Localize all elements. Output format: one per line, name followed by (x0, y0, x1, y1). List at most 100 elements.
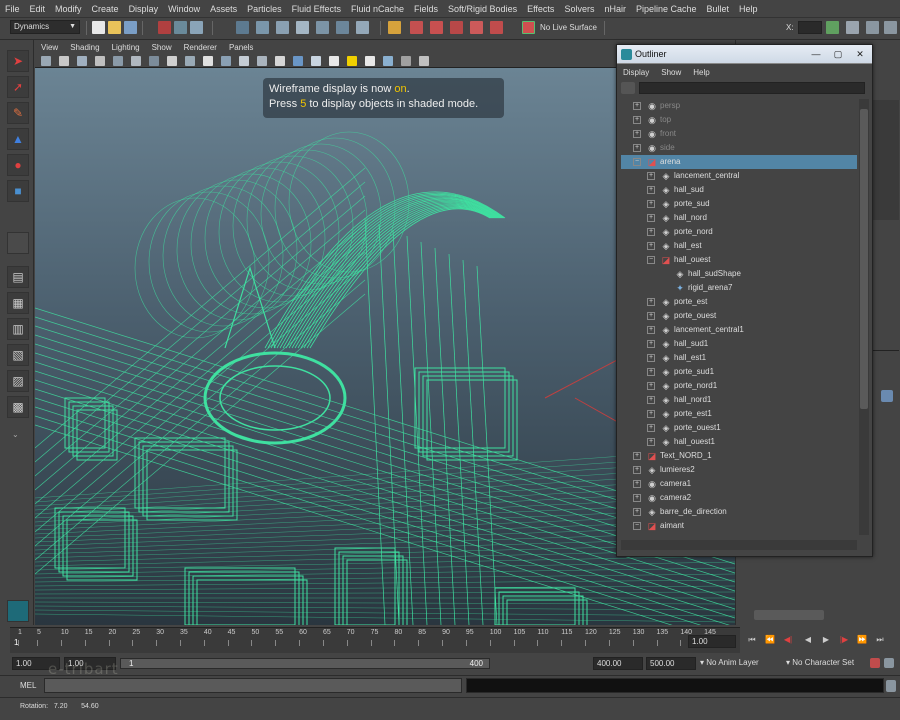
menuset-dropdown[interactable]: Dynamics ▼ (10, 20, 80, 34)
camera-attributes-icon[interactable] (59, 56, 69, 66)
script-editor-icon[interactable] (886, 680, 896, 692)
layer-editor-icon[interactable] (884, 21, 897, 34)
collapse-icon[interactable]: − (633, 522, 641, 530)
expand-icon[interactable]: + (633, 452, 641, 460)
expand-icon[interactable]: + (647, 368, 655, 376)
outliner-item-porte-ouest[interactable]: + ◈ porte_ouest (621, 309, 857, 323)
outliner-item-hall-est[interactable]: + ◈ hall_est (621, 239, 857, 253)
minimize-button[interactable]: — (806, 48, 826, 60)
outliner-vertical-scrollbar[interactable] (859, 99, 869, 535)
outliner-horizontal-scrollbar[interactable] (621, 540, 857, 550)
save-scene-icon[interactable] (124, 21, 137, 34)
outliner-item-aimant[interactable]: − ◪ aimant (621, 519, 857, 533)
xray-joints-icon[interactable] (419, 56, 429, 66)
menu-soft-rigid-bodies[interactable]: Soft/Rigid Bodies (443, 0, 522, 18)
close-button[interactable]: ✕ (850, 48, 870, 60)
expand-icon[interactable]: + (647, 242, 655, 250)
scale-tool-icon[interactable]: ■ (7, 180, 29, 202)
smooth-shade-icon[interactable] (257, 56, 267, 66)
menu-solvers[interactable]: Solvers (559, 0, 599, 18)
outliner-item-hall-sud1[interactable]: + ◈ hall_sud1 (621, 337, 857, 351)
snap-curve-icon[interactable] (430, 21, 443, 34)
command-input[interactable] (44, 678, 462, 693)
go-to-start-icon[interactable]: ⏮ (746, 634, 758, 646)
select-component-icon[interactable] (190, 21, 203, 34)
step-back-key-icon[interactable]: ⏪ (764, 634, 776, 646)
resolution-gate-icon[interactable] (149, 56, 159, 66)
film-gate-icon[interactable] (131, 56, 141, 66)
menu-help[interactable]: Help (734, 0, 763, 18)
image-plane-icon[interactable] (95, 56, 105, 66)
command-language-label[interactable]: MEL (20, 681, 36, 690)
channel-box-icon[interactable] (826, 21, 839, 34)
isolate-select-icon[interactable] (401, 56, 411, 66)
expand-icon[interactable]: + (633, 102, 641, 110)
collapse-icon[interactable]: − (633, 158, 641, 166)
expand-icon[interactable]: + (647, 340, 655, 348)
menu-bullet[interactable]: Bullet (702, 0, 735, 18)
gate-mask-icon[interactable] (167, 56, 177, 66)
mask-deformers-icon[interactable] (316, 21, 329, 34)
move-tool-icon[interactable]: ▲ (7, 128, 29, 150)
layout-hypershade-icon[interactable]: ▩ (7, 396, 29, 418)
outliner-item-porte-est1[interactable]: + ◈ porte_est1 (621, 407, 857, 421)
textured-icon[interactable] (383, 56, 393, 66)
auto-key-icon[interactable] (870, 658, 880, 668)
outliner-item-porte-est[interactable]: + ◈ porte_est (621, 295, 857, 309)
expand-icon[interactable]: + (647, 298, 655, 306)
outliner-item-side[interactable]: + ◉ side (621, 141, 857, 155)
expand-icon[interactable]: + (647, 186, 655, 194)
expand-icon[interactable]: + (647, 228, 655, 236)
outliner-item-porte-sud1[interactable]: + ◈ porte_sud1 (621, 365, 857, 379)
xray-icon[interactable] (329, 56, 339, 66)
snap-plane-icon[interactable] (470, 21, 483, 34)
character-set-dropdown[interactable]: ▾ No Character Set (786, 658, 854, 667)
outliner-item-hall-ouest[interactable]: − ◪ hall_ouest (621, 253, 857, 267)
panel-scrollbar[interactable] (754, 610, 824, 620)
play-forwards-icon[interactable]: ▶ (820, 634, 832, 646)
layer-icon[interactable] (881, 390, 893, 402)
menu-fields[interactable]: Fields (409, 0, 443, 18)
outliner-item-hall-ouest1[interactable]: + ◈ hall_ouest1 (621, 435, 857, 449)
outliner-item-persp[interactable]: + ◉ persp (621, 99, 857, 113)
outliner-item-hall-est1[interactable]: + ◈ hall_est1 (621, 351, 857, 365)
menu-effects[interactable]: Effects (522, 0, 559, 18)
bounding-box-icon[interactable] (275, 56, 285, 66)
lock-selection-icon[interactable] (388, 21, 401, 34)
expand-icon[interactable]: + (633, 508, 641, 516)
select-hierarchy-icon[interactable] (158, 21, 171, 34)
viewport-menu-panels[interactable]: Panels (223, 43, 259, 52)
mask-joints-icon[interactable] (256, 21, 269, 34)
magnet-icon[interactable] (522, 21, 535, 34)
expand-icon[interactable]: + (647, 396, 655, 404)
open-scene-icon[interactable] (108, 21, 121, 34)
expand-icon[interactable]: + (647, 410, 655, 418)
menu-assets[interactable]: Assets (205, 0, 242, 18)
play-backwards-icon[interactable]: ◀ (802, 634, 814, 646)
menu-fluid-ncache[interactable]: Fluid nCache (346, 0, 409, 18)
outliner-item-top[interactable]: + ◉ top (621, 113, 857, 127)
filter-icon[interactable] (621, 82, 635, 94)
layout-persp-outliner-icon[interactable]: ▧ (7, 344, 29, 366)
expand-icon[interactable]: + (647, 214, 655, 222)
attribute-editor-icon[interactable] (846, 21, 859, 34)
anim-layer-dropdown[interactable]: ▾ No Anim Layer (700, 658, 759, 667)
menu-pipeline-cache[interactable]: Pipeline Cache (631, 0, 702, 18)
maximize-button[interactable]: ▢ (828, 48, 848, 60)
menu-create[interactable]: Create (87, 0, 124, 18)
playback-end-field[interactable]: 400.00 (593, 657, 643, 670)
preferences-icon[interactable] (884, 658, 894, 668)
outliner-item-lancement-central1[interactable]: + ◈ lancement_central1 (621, 323, 857, 337)
rotate-tool-icon[interactable]: ● (7, 154, 29, 176)
outliner-item-hall-nord[interactable]: + ◈ hall_nord (621, 211, 857, 225)
tool-settings-icon[interactable] (866, 21, 879, 34)
expand-icon[interactable]: + (647, 438, 655, 446)
select-object-icon[interactable] (174, 21, 187, 34)
outliner-item-rigid-arena7[interactable]: ✦ rigid_arena7 (621, 281, 857, 295)
outliner-item-hall-sudshape[interactable]: ◈ hall_sudShape (621, 267, 857, 281)
collapse-icon[interactable]: − (647, 256, 655, 264)
camera-select-icon[interactable] (41, 56, 51, 66)
viewport-menu-shading[interactable]: Shading (64, 43, 105, 52)
viewport-menu-renderer[interactable]: Renderer (178, 43, 223, 52)
outliner-item-hall-sud[interactable]: + ◈ hall_sud (621, 183, 857, 197)
